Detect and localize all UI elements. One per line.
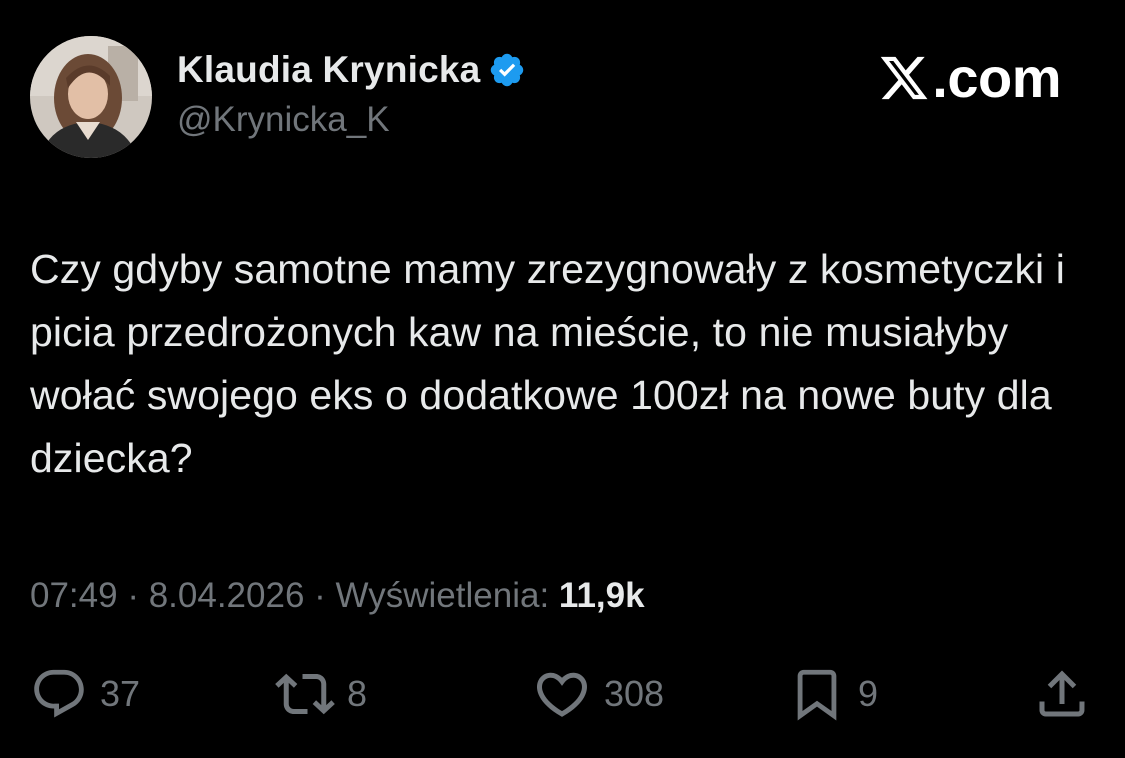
tweet-card: Klaudia Krynicka @Krynicka_K .com Czy gd…	[0, 0, 1125, 758]
retweet-button[interactable]: 8	[275, 664, 367, 724]
like-count: 308	[604, 673, 665, 714]
meta-separator: ·	[117, 576, 149, 615]
tweet-meta: 07:49 · 8.04.2026 · Wyświetlenia: 11,9k	[30, 574, 645, 618]
brand-watermark: .com	[878, 48, 1061, 108]
action-bar: 37 8 308 9	[30, 664, 1092, 724]
tweet-text: Czy gdyby samotne mamy zrezygnowały z ko…	[30, 246, 1065, 481]
user-info: Klaudia Krynicka @Krynicka_K	[177, 48, 526, 142]
reply-icon	[30, 665, 88, 723]
name-row: Klaudia Krynicka	[177, 48, 526, 92]
display-name[interactable]: Klaudia Krynicka	[177, 48, 480, 92]
avatar-image	[30, 36, 152, 158]
views-label: Wyświetlenia:	[335, 576, 559, 615]
bookmark-count: 9	[858, 673, 879, 714]
share-button[interactable]	[1032, 664, 1092, 724]
bookmark-button[interactable]: 9	[788, 664, 878, 724]
share-icon	[1032, 664, 1092, 724]
views-count[interactable]: 11,9k	[559, 576, 645, 615]
like-button[interactable]: 308	[532, 664, 664, 724]
brand-text: .com	[932, 46, 1061, 109]
tweet-header: Klaudia Krynicka @Krynicka_K	[30, 36, 526, 158]
x-logo-icon	[878, 52, 930, 104]
retweet-icon	[275, 664, 335, 724]
retweet-count: 8	[347, 673, 368, 714]
reply-button[interactable]: 37	[30, 664, 140, 724]
heart-icon	[532, 664, 592, 724]
meta-separator: ·	[304, 576, 336, 615]
bookmark-icon	[788, 665, 846, 723]
avatar[interactable]	[30, 36, 152, 158]
reply-count: 37	[100, 673, 141, 714]
tweet-date[interactable]: 8.04.2026	[149, 576, 305, 615]
tweet-time[interactable]: 07:49	[30, 576, 118, 615]
verified-badge-icon	[488, 51, 526, 89]
user-handle[interactable]: @Krynicka_K	[177, 98, 526, 142]
